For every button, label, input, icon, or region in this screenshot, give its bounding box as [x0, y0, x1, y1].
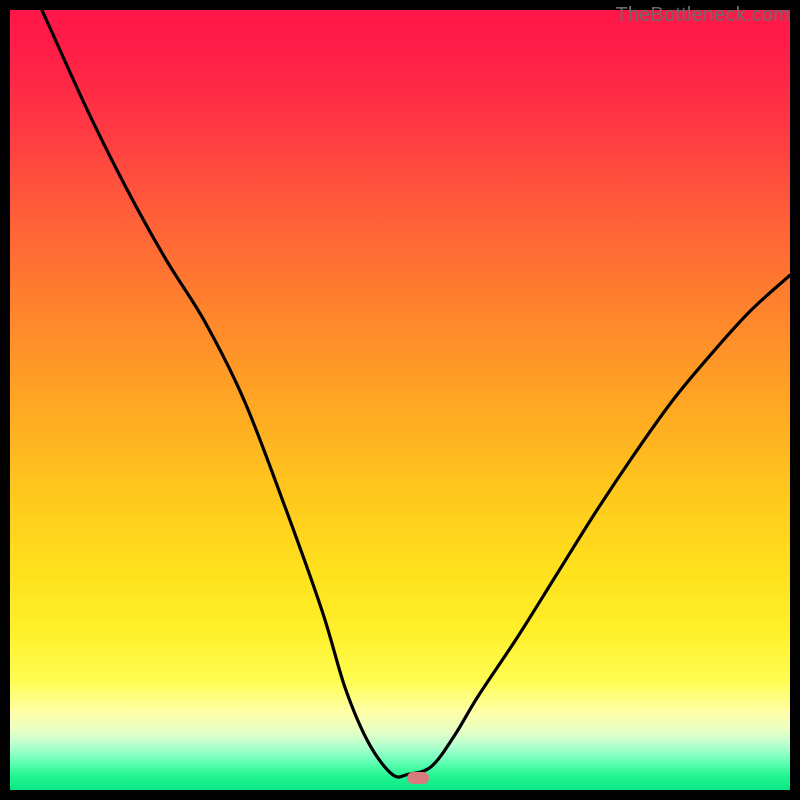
bottleneck-curve	[10, 10, 790, 790]
optimum-marker	[407, 772, 429, 784]
chart-plot-area	[10, 10, 790, 790]
watermark-text: TheBottleneck.com	[615, 4, 790, 27]
chart-frame: TheBottleneck.com	[0, 0, 800, 800]
